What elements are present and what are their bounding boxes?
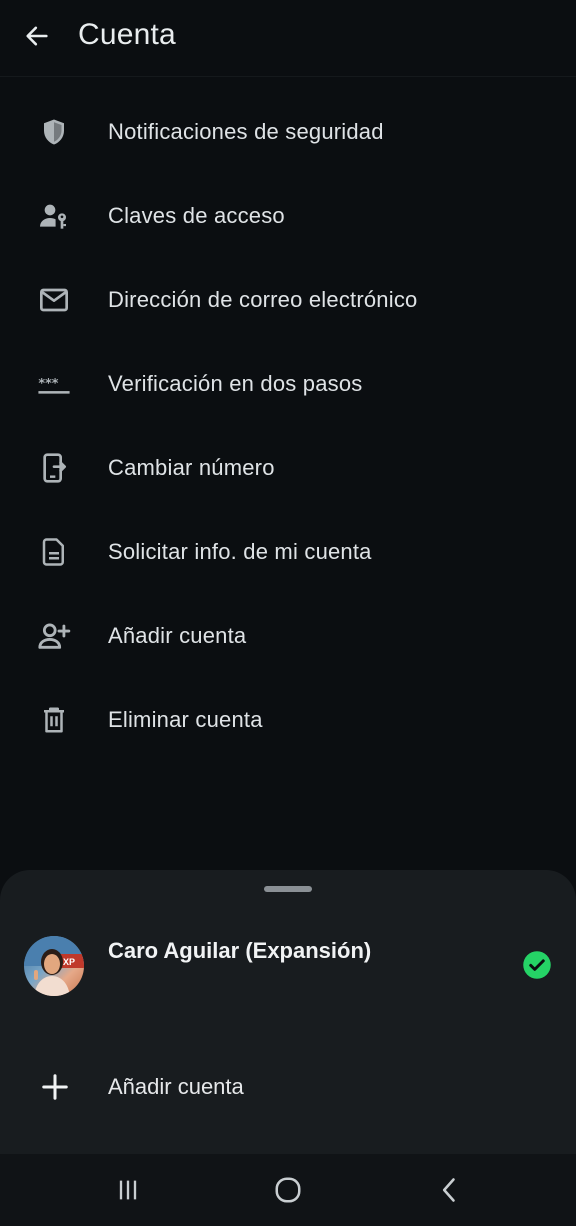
- svg-text:XP: XP: [63, 957, 75, 967]
- person-key-icon: [36, 198, 72, 234]
- account-settings-screen: Cuenta Notificaciones de seguridad Clave…: [0, 0, 576, 1226]
- sheet-drag-handle[interactable]: [264, 886, 312, 892]
- app-bar: Cuenta: [0, 0, 576, 77]
- account-row[interactable]: XP Caro Aguilar (Expansión): [0, 926, 576, 1006]
- menu-item-two-step-verification[interactable]: *** Verificación en dos pasos: [0, 342, 576, 426]
- shield-icon: [36, 114, 72, 150]
- menu-item-security-notifications[interactable]: Notificaciones de seguridad: [0, 90, 576, 174]
- trash-icon: [36, 702, 72, 738]
- add-account-button[interactable]: Añadir cuenta: [0, 1050, 576, 1126]
- check-circle-icon: [522, 950, 552, 980]
- home-button[interactable]: [264, 1170, 312, 1210]
- avatar: XP: [24, 936, 84, 996]
- page-title: Cuenta: [78, 18, 176, 51]
- menu-item-label: Eliminar cuenta: [108, 707, 263, 732]
- menu-item-delete-account[interactable]: Eliminar cuenta: [0, 678, 576, 762]
- menu-item-label: Claves de acceso: [108, 203, 285, 228]
- menu-item-change-number[interactable]: Cambiar número: [0, 426, 576, 510]
- recent-apps-button[interactable]: [104, 1170, 152, 1210]
- menu-item-label: Notificaciones de seguridad: [108, 119, 384, 144]
- back-icon: [442, 1178, 455, 1202]
- add-person-icon: [36, 618, 72, 654]
- password-dots-icon: ***: [36, 366, 72, 402]
- menu-item-label: Dirección de correo electrónico: [108, 287, 418, 312]
- menu-item-add-account[interactable]: Añadir cuenta: [0, 594, 576, 678]
- menu-item-label: Añadir cuenta: [108, 623, 247, 648]
- menu-item-email-address[interactable]: Dirección de correo electrónico: [0, 258, 576, 342]
- phone-transfer-icon: [36, 450, 72, 486]
- system-nav-bar: [0, 1154, 576, 1226]
- menu-item-request-account-info[interactable]: Solicitar info. de mi cuenta: [0, 510, 576, 594]
- menu-item-label: Cambiar número: [108, 455, 275, 480]
- mail-icon: [36, 282, 72, 318]
- menu-item-label: Solicitar info. de mi cuenta: [108, 539, 372, 564]
- document-icon: [36, 534, 72, 570]
- home-icon: [275, 1177, 301, 1203]
- account-name: Caro Aguilar (Expansión): [108, 938, 372, 963]
- recent-apps-icon: [119, 1180, 137, 1200]
- back-button[interactable]: [18, 14, 56, 58]
- nav-back-button[interactable]: [426, 1170, 474, 1210]
- svg-text:***: ***: [38, 376, 58, 391]
- add-account-label: Añadir cuenta: [108, 1074, 244, 1099]
- menu-item-label: Verificación en dos pasos: [108, 371, 363, 396]
- arrow-left-icon: [26, 26, 48, 46]
- account-menu: Notificaciones de seguridad Claves de ac…: [0, 90, 576, 762]
- account-switcher-sheet: XP Caro Aguilar (Expansión) Añadir cuent…: [0, 870, 576, 1154]
- plus-icon: [38, 1070, 72, 1104]
- menu-item-passkeys[interactable]: Claves de acceso: [0, 174, 576, 258]
